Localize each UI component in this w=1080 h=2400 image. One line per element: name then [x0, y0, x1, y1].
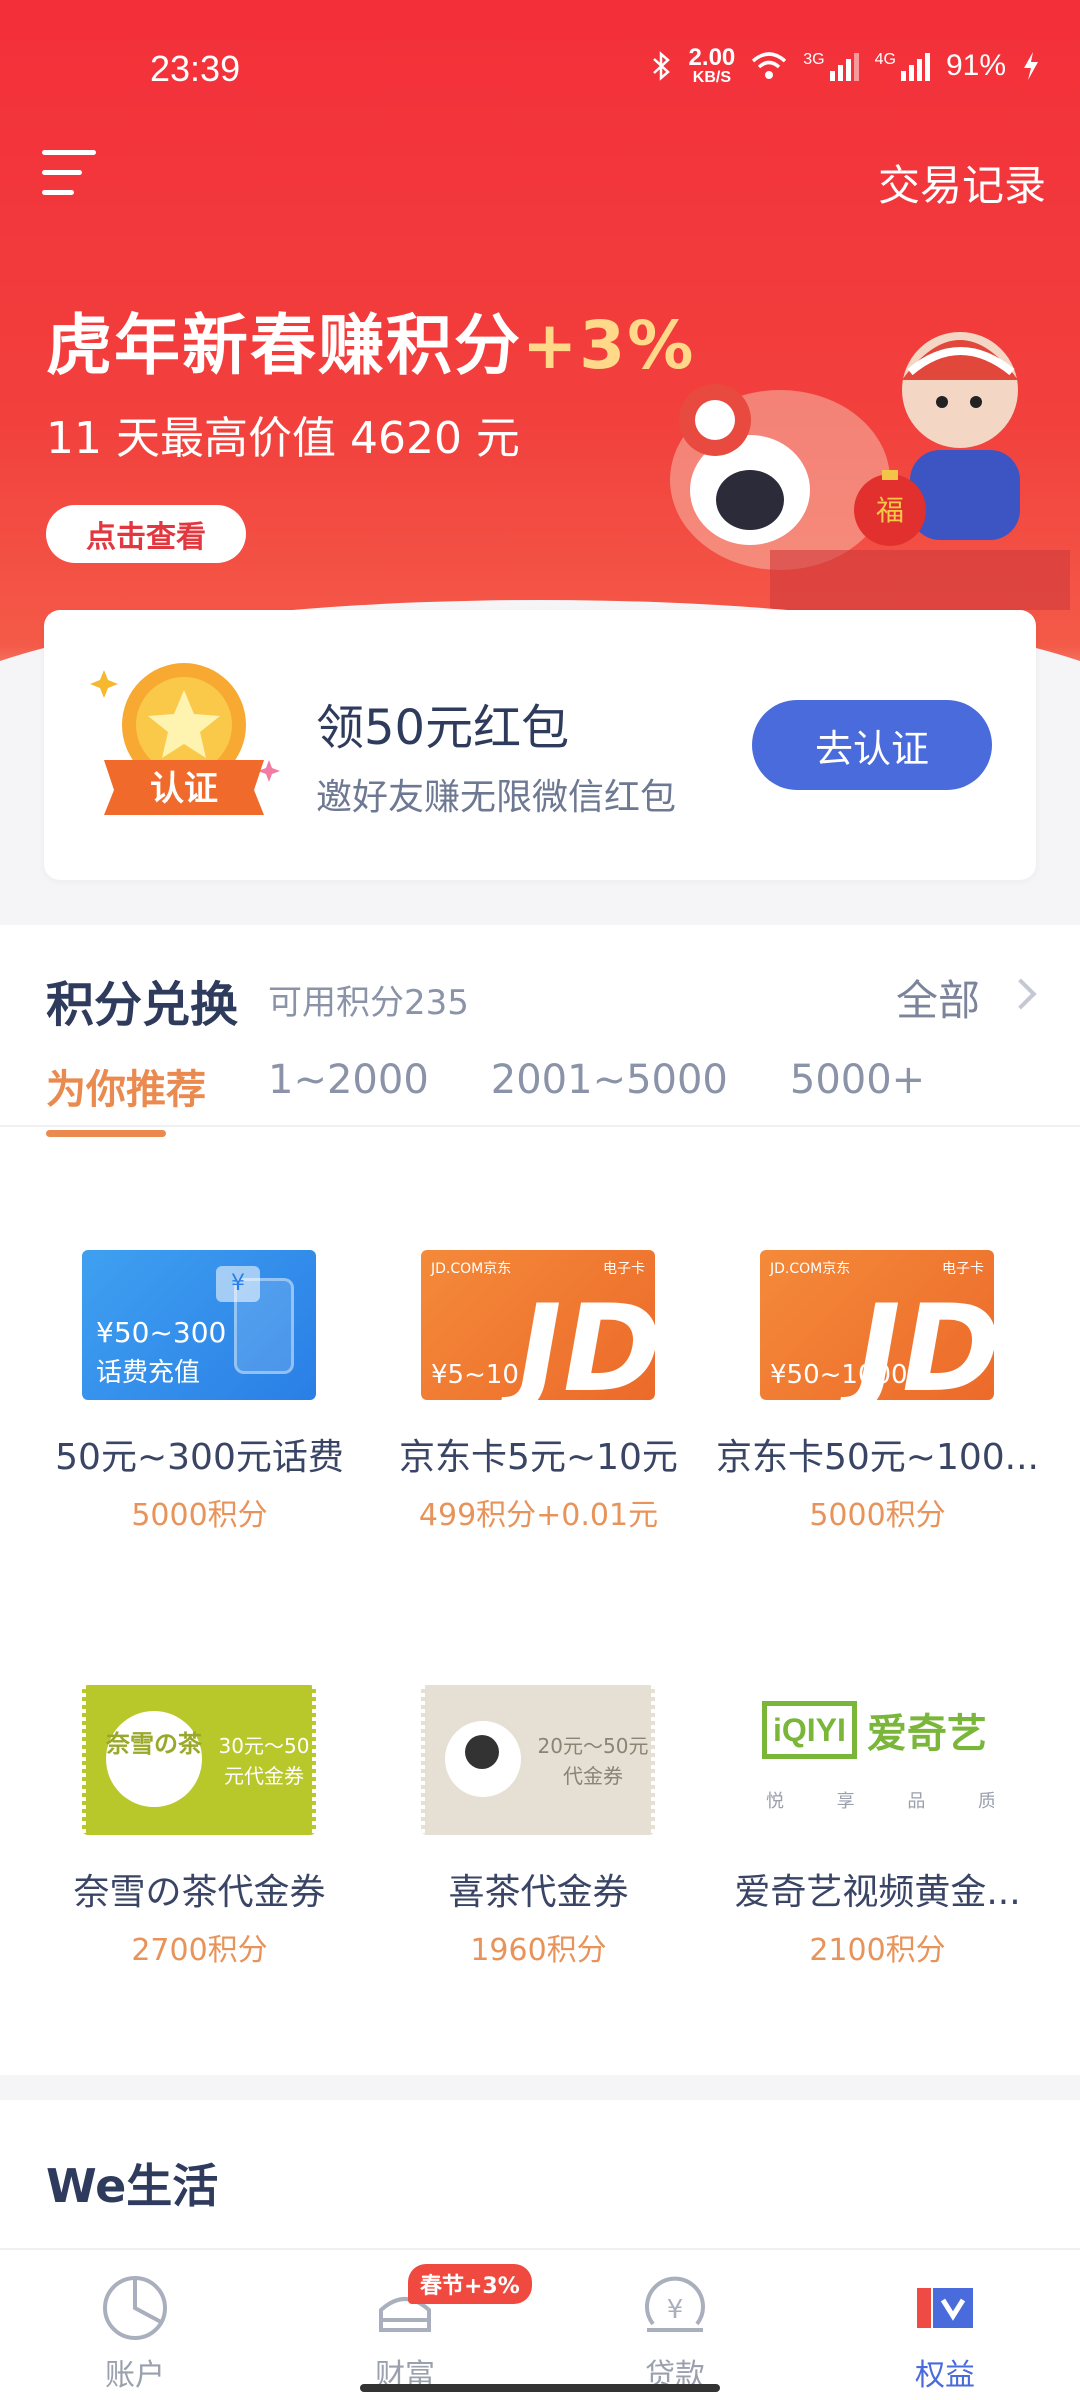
yen-coin-icon: ¥ [645, 2276, 705, 2332]
nav-wealth[interactable]: 春节+3% 财富 [270, 2250, 540, 2400]
reward-name: 喜茶代金券 [448, 1872, 629, 1913]
divider [0, 1125, 1080, 1127]
reward-price: 5000积分 [131, 1498, 268, 1533]
jd-card-image: JD.COM京东 电子卡 JD ¥50~1000 [760, 1250, 994, 1400]
charging-icon [1024, 52, 1038, 80]
reward-name: 奈雪の茶代金券 [73, 1872, 326, 1913]
status-bar: 23:39 2.00 KB/S 3G 4G 91% [0, 0, 1080, 140]
reward-price: 2100积分 [809, 1933, 946, 1968]
nav-account[interactable]: 账户 [0, 2250, 270, 2400]
reward-name: 爱奇艺视频黄金... [734, 1872, 1021, 1913]
battery-percent: 91% [945, 49, 1006, 82]
wifi-icon [752, 52, 787, 79]
certification-subtitle: 邀好友赚无限微信红包 [316, 777, 677, 818]
transaction-record-link[interactable]: 交易记录 [878, 152, 1046, 213]
tab-2001-5000[interactable]: 2001~5000 [491, 1057, 728, 1115]
network-speed: 2.00 KB/S [688, 44, 736, 86]
pie-chart-icon [103, 2276, 167, 2340]
svg-text:¥: ¥ [667, 2295, 684, 2325]
points-exchange-section: 积分兑换 可用积分235 全部 为你推荐 1~2000 2001~5000 50… [0, 925, 1080, 2075]
bottom-nav: 账户 春节+3% 财富 ¥ 贷款 权益 [0, 2248, 1080, 2400]
bluetooth-icon [652, 51, 670, 81]
chevron-right-icon[interactable] [1005, 978, 1037, 1010]
jd-logo-icon: JD [504, 1280, 655, 1400]
menu-icon[interactable] [42, 150, 96, 200]
iqiyi-logo-image: iQIYI 爱奇艺 悦 享 品 质 [760, 1685, 994, 1835]
jd-card-image: JD.COM京东 电子卡 JD ¥5~10 [421, 1250, 655, 1400]
reward-item-jd-card-small[interactable]: JD.COM京东 电子卡 JD ¥5~10 京东卡5元~10元 499积分+0.… [369, 1170, 708, 1605]
reward-price: 499积分+0.01元 [418, 1498, 659, 1533]
home-indicator[interactable] [360, 2384, 720, 2392]
yen-icon: ¥ [216, 1266, 260, 1302]
promo-subtitle: 11 天最高价值 4620 元 [46, 413, 520, 464]
we-life-section: We生活 [0, 2100, 1080, 2250]
naixue-logo: 奈雪の茶 [106, 1711, 202, 1807]
certification-title: 领50元红包 [316, 700, 570, 756]
we-life-title: We生活 [46, 2159, 219, 2213]
reward-item-naixue-voucher[interactable]: 奈雪の茶 30元～50元代金券 奈雪の茶代金券 2700积分 [30, 1605, 369, 2040]
heytea-logo-icon [445, 1721, 521, 1797]
status-icons: 2.00 KB/S 3G 4G 91% [651, 46, 1040, 86]
reward-price: 1960积分 [470, 1933, 607, 1968]
promo-title: 虎年新春赚积分+3% [46, 307, 696, 384]
tab-1-2000[interactable]: 1~2000 [268, 1057, 429, 1115]
available-points: 可用积分235 [268, 983, 469, 1023]
reward-item-heytea-voucher[interactable]: 20元～50元代金券 喜茶代金券 1960积分 [369, 1605, 708, 2040]
certification-card[interactable]: 认证 领50元红包 邀好友赚无限微信红包 去认证 [44, 610, 1036, 880]
svg-text:福: 福 [876, 494, 904, 527]
signal-sim2-icon: 4G [875, 51, 930, 81]
promo-bonus: +3% [522, 307, 696, 384]
phone-credit-card-image: ¥ ¥50~300 话费充值 [82, 1250, 316, 1400]
points-tabs: 为你推荐 1~2000 2001~5000 5000+ [46, 1057, 925, 1137]
reward-name: 50元~300元话费 [55, 1437, 344, 1478]
iqiyi-slogan: 悦 享 品 质 [766, 1791, 994, 1812]
nav-benefits[interactable]: 权益 [810, 2250, 1080, 2400]
view-promo-button[interactable]: 点击查看 [46, 505, 246, 563]
view-all-link[interactable]: 全部 [896, 967, 980, 1028]
nav-loan[interactable]: ¥ 贷款 [540, 2250, 810, 2400]
signal-sim1-icon: 3G [803, 51, 859, 81]
reward-item-iqiyi-membership[interactable]: iQIYI 爱奇艺 悦 享 品 质 爱奇艺视频黄金... 2100积分 [708, 1605, 1047, 2040]
benefits-v-icon [917, 2288, 973, 2328]
tab-recommended[interactable]: 为你推荐 [46, 1057, 206, 1137]
reward-price: 2700积分 [131, 1933, 268, 1968]
reward-item-jd-card-large[interactable]: JD.COM京东 电子卡 JD ¥50~1000 京东卡50元~100... 5… [708, 1170, 1047, 1605]
reward-grid: ¥ ¥50~300 话费充值 50元~300元话费 5000积分 JD.COM京… [0, 1170, 1080, 2040]
points-exchange-title: 积分兑换 [46, 977, 239, 1033]
tab-5000-plus[interactable]: 5000+ [790, 1057, 925, 1115]
spring-festival-badge: 春节+3% [408, 2264, 532, 2304]
reward-item-phone-credit[interactable]: ¥ ¥50~300 话费充值 50元~300元话费 5000积分 [30, 1170, 369, 1605]
heytea-voucher-image: 20元～50元代金券 [421, 1685, 655, 1835]
naixue-voucher-image: 奈雪の茶 30元～50元代金券 [82, 1685, 316, 1835]
status-time: 23:39 [150, 48, 241, 89]
reward-name: 京东卡50元~100... [715, 1437, 1040, 1478]
svg-text:认证: 认证 [150, 769, 218, 809]
reward-price: 5000积分 [809, 1498, 946, 1533]
reward-name: 京东卡5元~10元 [399, 1437, 678, 1478]
certification-badge-icon: 认证 [90, 663, 280, 815]
go-certify-button[interactable]: 去认证 [752, 700, 992, 790]
